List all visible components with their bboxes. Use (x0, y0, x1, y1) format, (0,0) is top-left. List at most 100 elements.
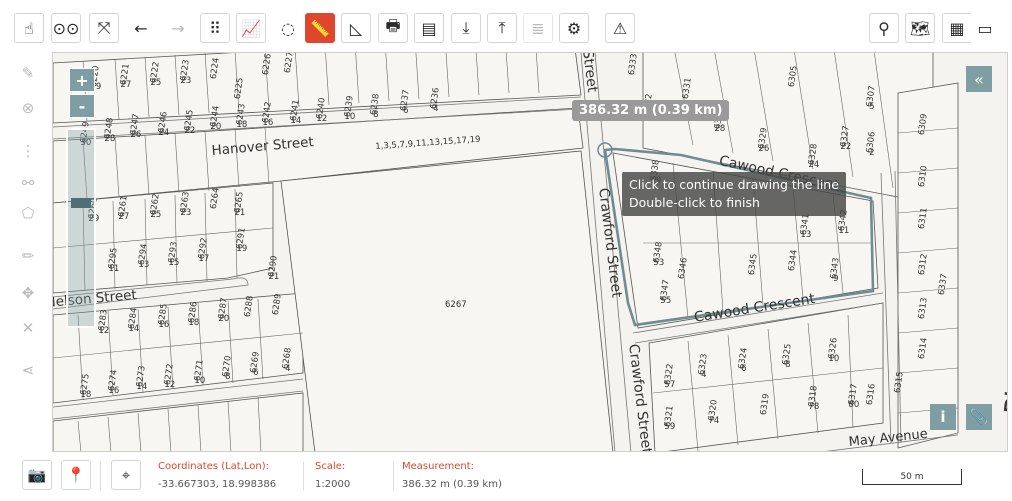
dots-vertical-icon: ⋮ (20, 142, 36, 160)
parcel-label: 6262 25 (145, 193, 167, 221)
scale-label: Scale: (315, 461, 346, 472)
parcel-label: 6288 (239, 295, 261, 318)
map-view[interactable]: Hanover Street 1,3,5,7,9,11,13,15,17,19 … (52, 52, 1008, 452)
parcel-label: 6287 20 (213, 297, 235, 325)
measure-tooltip: 386.32 m (0.39 km) (572, 100, 730, 121)
parcel-label: 6248 28 (99, 117, 121, 145)
parcel-label: 6274 16 (103, 369, 125, 397)
document-icon: ▤ (421, 18, 437, 38)
layers-button[interactable]: ≣ (523, 13, 553, 43)
expand-arrows-icon: ⤧ (97, 18, 111, 37)
zoom-slider-handle[interactable] (71, 198, 91, 208)
parcel-label: 6319 (755, 393, 777, 416)
pan-hand-button[interactable]: ☝ (14, 13, 44, 43)
download-button[interactable]: ⤓ (451, 13, 481, 43)
arrow-right-icon: → (171, 18, 185, 38)
parcel-label: 6337 (933, 273, 955, 296)
move-tool-button[interactable]: ✥ (15, 280, 41, 306)
parcel-label: 6345 (743, 253, 765, 276)
select-button[interactable]: ◌ (273, 13, 303, 43)
polygon-tool-button[interactable]: ⬠ (15, 200, 41, 226)
draw-tool-button[interactable]: ✎ (15, 60, 41, 86)
parcel-label: 6237 6 (395, 89, 417, 117)
parcel-label: 6324 6 (733, 347, 755, 375)
parcel-label: 6264 (205, 187, 227, 210)
measurement-value: 386.32 m (0.39 km) (402, 479, 502, 490)
arrow-left-icon: ← (134, 18, 148, 38)
upload-button[interactable]: ⤒ (487, 13, 517, 43)
warning-icon: ⚠ (612, 18, 628, 38)
grid-dots-icon: ⠿ (209, 18, 221, 38)
parcel-label: 6327 22 (835, 125, 857, 153)
location-button[interactable]: 📍 (61, 460, 91, 490)
parcel-label: 6311 (913, 207, 935, 230)
map-icon: 🗺 (909, 18, 931, 38)
parcel-label: 6242 16 (257, 101, 279, 129)
parcel-label: 6273 14 (131, 365, 153, 393)
divider (100, 462, 101, 490)
parcel-label: 6223 23 (175, 59, 197, 87)
edit-tool-button[interactable]: ✏ (15, 243, 41, 269)
print-button[interactable]: 🖶 (378, 13, 408, 43)
parcel-label: 6294 13 (133, 243, 155, 271)
profile-chart-button[interactable]: 📈 (236, 13, 266, 43)
grid-button[interactable]: ⠿ (200, 13, 230, 43)
zoom-in-button[interactable]: + (69, 68, 95, 92)
parcel-label: 6238 8 (365, 93, 387, 121)
person-pin-icon: ⚲ (878, 18, 890, 38)
collapse-panel-button[interactable]: « (966, 66, 992, 92)
nodes-icon: ⚯ (21, 174, 35, 192)
ruler-icon: 📏 (310, 18, 330, 38)
next-extent-button[interactable]: → (163, 13, 193, 43)
upload-icon: ⤒ (498, 18, 506, 37)
locate-me-button[interactable]: ⌖ (111, 460, 141, 490)
node-tool-button[interactable]: ⚯ (15, 170, 41, 196)
settings-button[interactable]: ⚙ (559, 13, 589, 43)
parcel-label: 6275 18 (75, 373, 97, 401)
attachment-icon[interactable]: 📎 (966, 404, 992, 430)
zoom-slider[interactable] (66, 128, 96, 328)
parcel-label: 6307 5 (861, 85, 883, 113)
map-pin-icon: 📍 (66, 466, 86, 484)
pencil-slash-icon: ✎ (21, 64, 35, 82)
dashed-circle-icon: ◌ (281, 18, 295, 38)
screenshot-button[interactable]: 📷 (22, 460, 52, 490)
delete-tool-button[interactable]: ✕ (15, 315, 41, 341)
parcel-label: 6325 8 (777, 343, 799, 371)
parcel-label: 6318 78 (803, 385, 825, 413)
cancel-tool-button[interactable]: ⊗ (15, 95, 41, 121)
parcel-label: 6239 10 (339, 95, 361, 123)
crosshair-icon: ⌖ (121, 466, 131, 484)
vertex-tool-button[interactable]: ⋮ (15, 138, 41, 164)
parcel-label: 6329 26 (753, 127, 775, 155)
layout-grid-button[interactable]: ▦ (942, 13, 972, 43)
parcel-label: 6289 (267, 293, 289, 316)
parcel-label: 6222 25 (145, 61, 167, 89)
parcel-label: 6292 17 (193, 237, 215, 265)
window-button[interactable]: ▭ (970, 13, 1000, 43)
full-extent-button[interactable]: ⤧ (89, 13, 119, 43)
zoom-out-button[interactable]: - (69, 94, 95, 118)
split-icon: ⋖ (21, 361, 35, 379)
street-view-button[interactable]: ⚲ (869, 13, 899, 43)
parcel-label: 6283 12 (93, 309, 115, 337)
find-button[interactable]: ⊙⊙ (51, 13, 81, 43)
draw-tooltip-line-1: Click to continue drawing the line (629, 177, 839, 192)
parcel-label: 6344 (783, 249, 805, 272)
report-button[interactable]: ▤ (414, 13, 444, 43)
previous-extent-button[interactable]: ← (126, 13, 156, 43)
parcel-label: 6291 19 (231, 227, 253, 255)
parcel-label: 6295 11 (103, 247, 125, 275)
parcel-label: 6328 24 (803, 143, 825, 171)
map-legend-button[interactable]: 🗺 (905, 13, 935, 43)
warning-button[interactable]: ⚠ (605, 13, 635, 43)
set-square-icon: ◺ (349, 18, 363, 38)
draw-tooltip-line-2: Double-click to finish (629, 195, 760, 210)
parcel-label: 6290 21 (263, 255, 285, 283)
parcel-label: 6247 26 (125, 113, 147, 141)
info-button[interactable]: i (930, 404, 956, 430)
split-tool-button[interactable]: ⋖ (15, 357, 41, 383)
parcel-label: 6244 20 (205, 105, 227, 133)
measure-area-button[interactable]: ◺ (341, 13, 371, 43)
measure-distance-button[interactable]: 📏 (305, 13, 335, 43)
